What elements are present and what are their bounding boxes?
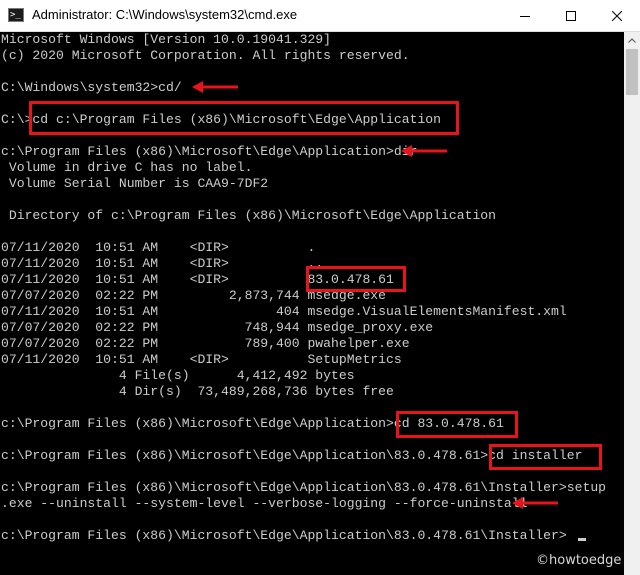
title-bar[interactable]: >_ Administrator: C:\Windows\system32\cm… xyxy=(0,0,640,32)
console-line: 07/07/2020 02:22 PM 748,944 msedge_proxy… xyxy=(1,320,434,335)
cmd-icon: >_ xyxy=(8,8,24,22)
console-line: Microsoft Windows [Version 10.0.19041.32… xyxy=(1,32,332,47)
console-line: c:\Program Files (x86)\Microsoft\Edge\Ap… xyxy=(1,416,504,431)
window-title: Administrator: C:\Windows\system32\cmd.e… xyxy=(32,7,298,22)
scroll-thumb[interactable] xyxy=(626,49,638,95)
console-line: Volume Serial Number is CAA9-7DF2 xyxy=(1,176,269,191)
console-line: c:\Program Files (x86)\Microsoft\Edge\Ap… xyxy=(1,144,418,159)
console-line: Directory of c:\Program Files (x86)\Micr… xyxy=(1,208,497,223)
console-line: 07/07/2020 02:22 PM 789,400 pwahelper.ex… xyxy=(1,336,410,351)
console-line: 07/11/2020 10:51 AM <DIR> 83.0.478.61 xyxy=(1,272,394,287)
console-line: Volume in drive C has no label. xyxy=(1,160,253,175)
console-line: C:\Windows\system32>cd/ xyxy=(1,80,182,95)
console-line: 07/11/2020 10:51 AM <DIR> . xyxy=(1,240,316,255)
watermark: ©howtoedge xyxy=(536,553,622,568)
console-line: 07/07/2020 02:22 PM 2,873,744 msedge.exe xyxy=(1,288,387,303)
minimize-icon xyxy=(520,15,530,17)
scroll-up-button[interactable] xyxy=(624,32,640,49)
console-line: 07/11/2020 10:51 AM 404 msedge.VisualEle… xyxy=(1,304,567,319)
text-cursor xyxy=(578,538,586,541)
console-line: 4 Dir(s) 73,489,268,736 bytes free xyxy=(1,384,394,399)
close-button[interactable] xyxy=(594,0,640,31)
console-line: c:\Program Files (x86)\Microsoft\Edge\Ap… xyxy=(1,448,583,463)
console-line: 4 File(s) 4,412,492 bytes xyxy=(1,368,355,383)
maximize-button[interactable] xyxy=(548,0,594,31)
console-line: 07/11/2020 10:51 AM <DIR> .. xyxy=(1,256,324,271)
minimize-button[interactable] xyxy=(502,0,548,31)
console-output[interactable]: Microsoft Windows [Version 10.0.19041.32… xyxy=(0,32,624,575)
console-line: (c) 2020 Microsoft Corporation. All righ… xyxy=(1,48,410,63)
close-icon xyxy=(612,10,622,21)
console-line: c:\Program Files (x86)\Microsoft\Edge\Ap… xyxy=(1,480,607,495)
console-line: C:\>cd c:\Program Files (x86)\Microsoft\… xyxy=(1,112,442,127)
console-line: 07/11/2020 10:51 AM <DIR> SetupMetrics xyxy=(1,352,402,367)
maximize-icon xyxy=(566,10,576,21)
console-line: .exe --uninstall --system-level --verbos… xyxy=(1,496,528,511)
vertical-scrollbar[interactable] xyxy=(624,32,640,575)
console-line: c:\Program Files (x86)\Microsoft\Edge\Ap… xyxy=(1,528,567,543)
chevron-up-icon xyxy=(628,38,636,43)
